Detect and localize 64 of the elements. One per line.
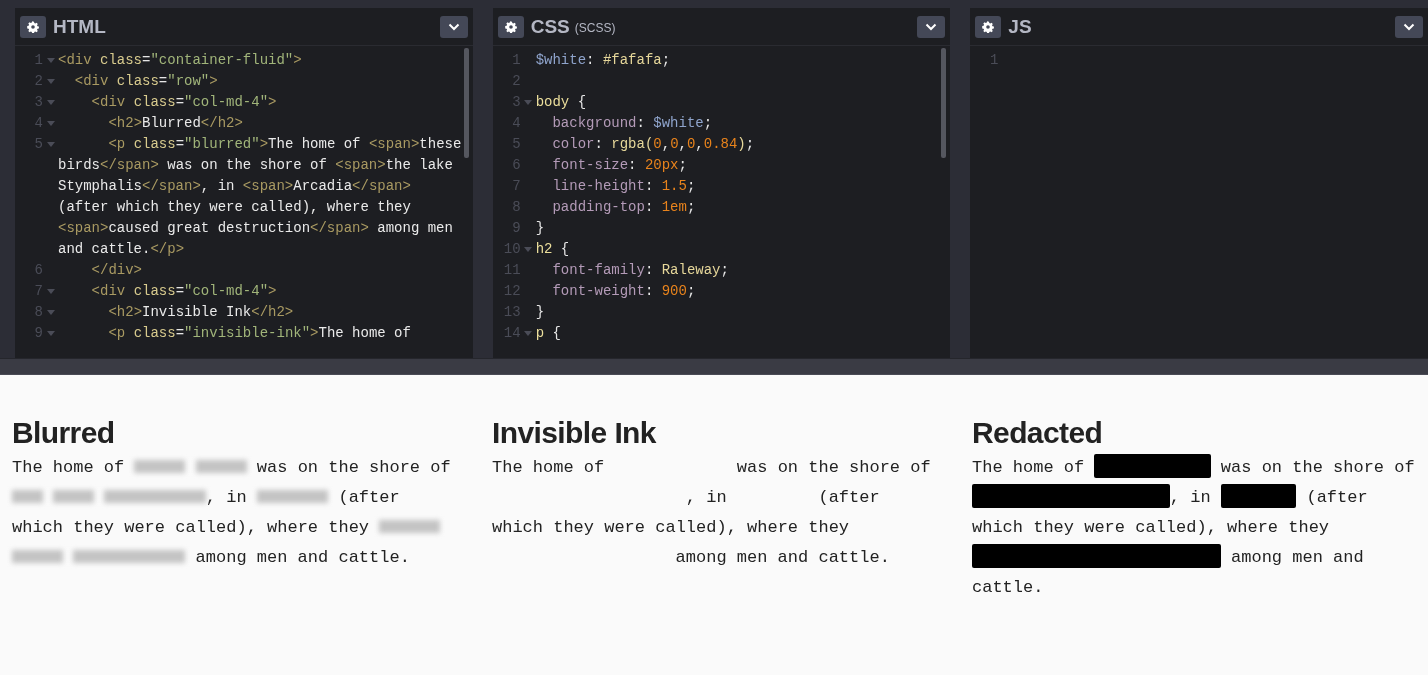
- scrollbar-thumb[interactable]: [463, 48, 469, 158]
- dropdown-button[interactable]: [439, 15, 468, 38]
- blurred-word: [379, 520, 441, 533]
- blurred-word: [12, 550, 63, 563]
- panel-title: CSS: [530, 15, 570, 38]
- settings-icon: [982, 20, 995, 33]
- fold-arrow-icon[interactable]: [46, 100, 55, 105]
- panel-title: HTML: [53, 15, 106, 38]
- code-line: font-size: 20px;: [551, 156, 688, 175]
- code-line: <p class="blurred">The home of <span>these birds</span> was on the shore of <span>the lake Stymphalis</span>, in <span>Arcadia</span> (after which they were called), where they <span>caused great destruction</span> among men and cattle.</p>: [58, 135, 463, 259]
- code-line: line-height: 1.5;: [551, 177, 697, 196]
- paragraph: The home of was on the shore of , in (after which they were called), where they among men and cattle.: [492, 457, 932, 569]
- fold-arrow-icon[interactable]: [46, 142, 55, 147]
- scrollbar-thumb[interactable]: [941, 48, 947, 158]
- code-line: }: [535, 219, 546, 238]
- code-line: body {: [535, 93, 588, 112]
- fold-arrow-icon[interactable]: [524, 331, 533, 336]
- fold-arrow-icon[interactable]: [46, 79, 55, 84]
- code-line: <div class="col-md-4">: [90, 282, 278, 301]
- heading: Redacted: [972, 415, 1104, 451]
- heading: Blurred: [12, 415, 116, 451]
- code-line: padding-top: 1em;: [551, 198, 697, 217]
- fold-arrow-icon[interactable]: [46, 121, 55, 126]
- settings-icon: [504, 20, 517, 33]
- code-line: font-family: Raleway;: [551, 261, 730, 280]
- blurred-word: [134, 460, 186, 473]
- chevron-down-icon: [447, 22, 460, 31]
- heading: Invisible Ink: [492, 415, 657, 451]
- dropdown-button[interactable]: [917, 15, 946, 38]
- fold-arrow-icon[interactable]: [524, 100, 533, 105]
- blurred-word: [52, 490, 94, 503]
- code-line: font-weight: 900;: [551, 282, 697, 301]
- settings-button[interactable]: [20, 15, 46, 38]
- fold-arrow-icon[interactable]: [46, 310, 55, 315]
- code-line: <div class="container-fluid">: [58, 51, 303, 70]
- resize-bar[interactable]: [0, 358, 1428, 375]
- settings-icon: [27, 20, 39, 33]
- code-line: }: [535, 303, 546, 322]
- fold-arrow-icon[interactable]: [524, 247, 533, 252]
- code-line: </div>: [90, 261, 144, 280]
- settings-button[interactable]: [497, 15, 524, 38]
- panel-subtitle: (SCSS): [574, 21, 616, 35]
- chevron-down-icon: [925, 22, 938, 31]
- fold-arrow-icon[interactable]: [46, 331, 55, 336]
- code-line: <p class="invisible-ink">The home of: [107, 324, 412, 343]
- blurred-word: [195, 460, 247, 473]
- paragraph: The home of was on the shore of , in (after which they were called), where they among men and cattle.: [972, 453, 1416, 603]
- fold-arrow-icon[interactable]: [46, 58, 55, 63]
- code-line: color: rgba(0,0,0,0.84);: [551, 135, 756, 154]
- code-line: <div class="col-md-4">: [90, 93, 278, 112]
- code-line: <div class="row">: [73, 72, 219, 91]
- code-line: <h2>Blurred</h2>: [107, 114, 244, 133]
- paragraph: The home of was on the shore of , in (after which they were called), where they among men and cattle.: [12, 457, 452, 569]
- code-line: $white: #fafafa;: [535, 51, 672, 70]
- code-line: background: $white;: [551, 114, 714, 133]
- code-line: h2 {: [535, 240, 571, 259]
- dropdown-button[interactable]: [1395, 15, 1423, 38]
- settings-button[interactable]: [975, 15, 1002, 38]
- code-line: <h2>Invisible Ink</h2>: [107, 303, 295, 322]
- code-line: p {: [535, 324, 562, 343]
- blurred-word: [12, 490, 43, 503]
- fold-arrow-icon[interactable]: [46, 289, 55, 294]
- panel-title: JS: [1008, 15, 1032, 38]
- chevron-down-icon: [1403, 22, 1415, 31]
